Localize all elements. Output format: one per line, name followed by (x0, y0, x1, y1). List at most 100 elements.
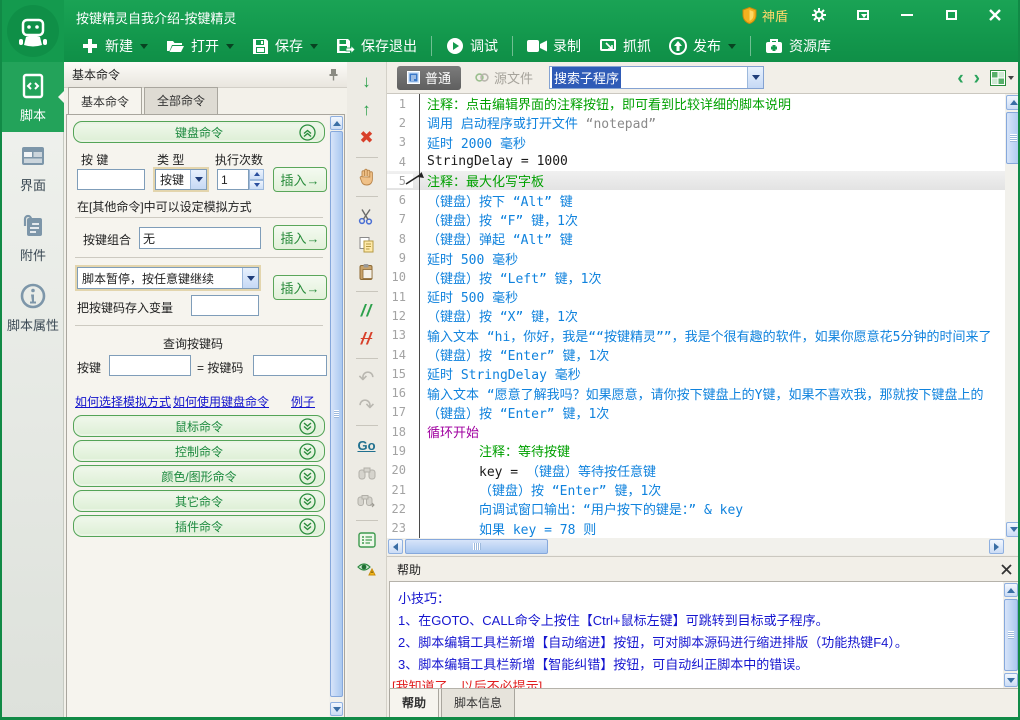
tray-panel-icon[interactable] (850, 5, 876, 25)
key-input[interactable] (77, 169, 145, 190)
toolbar-button-record[interactable]: 录制 (518, 30, 590, 62)
code-line-15[interactable]: 15延时 StringDelay 毫秒 (387, 364, 1005, 383)
scroll-up-icon[interactable] (1006, 95, 1020, 110)
combo-input[interactable] (139, 227, 261, 249)
panel-tab-1[interactable]: 全部命令 (144, 87, 218, 114)
layout-grid-icon[interactable] (990, 70, 1014, 86)
insert-key-button[interactable]: 插入→ (273, 167, 327, 192)
script-manager-icon[interactable] (354, 528, 380, 552)
code-line-1[interactable]: 1注释：点击编辑界面的注释按钮，即可看到比较详细的脚本说明 (387, 94, 1005, 113)
panel-scroll-thumb[interactable] (330, 131, 343, 697)
scroll-up-icon[interactable] (330, 116, 343, 130)
insert-combo-button[interactable]: 插入→ (273, 225, 327, 250)
dismiss-link[interactable]: [我知道了，以后不必提示] (390, 676, 1019, 689)
redo-icon[interactable]: ↷ (354, 394, 380, 418)
toolbar-button-save[interactable]: 保存 (243, 30, 327, 62)
help-link-2[interactable]: 例子 (291, 393, 315, 410)
scroll-up-icon[interactable] (1004, 583, 1018, 597)
mode-normal-button[interactable]: 普通 (397, 66, 461, 90)
undo-icon[interactable]: ↶ (354, 366, 380, 390)
code-line-17[interactable]: 17（键盘）按 “Enter” 键，1次 (387, 403, 1005, 422)
editor-vscroll-thumb[interactable] (1006, 112, 1020, 164)
pin-icon[interactable] (328, 68, 339, 81)
store-keycode-input[interactable] (191, 295, 259, 316)
copy-icon[interactable] (354, 232, 380, 256)
find-icon[interactable] (354, 461, 380, 485)
editor-vscrollbar[interactable] (1005, 94, 1020, 538)
code-line-10[interactable]: 10（键盘）按 “Left” 键，1次 (387, 268, 1005, 287)
section-3-header[interactable]: 其它命令 (73, 490, 325, 512)
scroll-down-icon[interactable] (1006, 522, 1020, 537)
hand-drag-icon[interactable] (354, 165, 380, 189)
code-line-7[interactable]: 7（键盘）按 “F” 键，1次 (387, 210, 1005, 229)
query-key-input[interactable] (109, 355, 191, 376)
insert-pause-button[interactable]: 插入→ (273, 275, 327, 300)
section-4-header[interactable]: 插件命令 (73, 515, 325, 537)
scroll-left-icon[interactable] (388, 539, 403, 554)
shield-badge[interactable]: 神盾 (742, 6, 788, 25)
help-tab-0[interactable]: 帮助 (389, 689, 439, 718)
query-code-input[interactable] (253, 355, 327, 376)
move-down-icon[interactable]: ↓ (354, 70, 380, 94)
code-line-9[interactable]: 9延时 500 毫秒 (387, 248, 1005, 267)
editor-hscroll-thumb[interactable] (405, 539, 548, 554)
toolbar-button-open[interactable]: 打开 (157, 30, 243, 62)
mode-source-button[interactable]: 源文件 (475, 68, 533, 87)
maximize-icon[interactable] (938, 5, 964, 25)
code-line-5[interactable]: 5注释：最大化写字板 (387, 171, 1005, 190)
scroll-down-icon[interactable] (330, 702, 343, 716)
keyboard-commands-header[interactable]: 键盘命令 (73, 121, 325, 143)
sidebar-item-script[interactable]: 脚本 (2, 62, 64, 132)
settings-icon[interactable] (806, 5, 832, 25)
scroll-right-icon[interactable] (989, 539, 1004, 554)
sidebar-item-interface[interactable]: 界面 (2, 132, 64, 202)
count-input[interactable] (217, 169, 249, 190)
code-line-21[interactable]: 21（键盘）按 “Enter” 键，1次 (387, 480, 1005, 499)
scroll-down-icon[interactable] (1004, 673, 1018, 687)
comment-icon[interactable]: // (354, 299, 380, 323)
count-spinner[interactable] (249, 169, 264, 190)
section-1-header[interactable]: 控制命令 (73, 440, 325, 462)
code-line-11[interactable]: 11延时 500 毫秒 (387, 287, 1005, 306)
toolbar-button-save-exit[interactable]: 保存退出 (327, 30, 426, 62)
help-close-icon[interactable] (1001, 564, 1012, 575)
code-editor[interactable]: 1注释：点击编辑界面的注释按钮，即可看到比较详细的脚本说明2调用 启动程序或打开… (387, 94, 1005, 538)
pause-action-select[interactable]: 脚本暂停，按任意键继续 (77, 267, 259, 289)
toolbar-button-debug[interactable]: 调试 (437, 30, 507, 62)
subroutine-search-combo[interactable]: 搜索子程序 (549, 66, 764, 89)
code-line-23[interactable]: 23如果 key = 78 则 (387, 519, 1005, 538)
editor-hscrollbar[interactable] (387, 538, 1005, 555)
code-line-16[interactable]: 16输入文本 “愿意了解我吗？如果愿意，请你按下键盘上的Y键，如果不喜欢我，那就… (387, 383, 1005, 402)
move-up-icon[interactable]: ↑ (354, 98, 380, 122)
goto-line-icon[interactable]: Go (354, 433, 380, 457)
nav-back-icon[interactable]: ‹ (957, 69, 963, 88)
nav-forward-icon[interactable]: › (974, 69, 980, 88)
toolbar-button-new[interactable]: 新建 (72, 30, 157, 62)
uncomment-icon[interactable]: // (354, 327, 380, 351)
code-line-20[interactable]: 20key = （键盘）等待按任意键 (387, 461, 1005, 480)
toolbar-button-publish[interactable]: 发布 (660, 30, 745, 62)
help-link-0[interactable]: 如何选择模拟方式 (75, 393, 171, 410)
toolbar-button-capture[interactable]: 抓抓 (590, 30, 660, 62)
find-next-icon[interactable] (354, 489, 380, 513)
code-line-22[interactable]: 22向调试窗口输出：“用户按下的键是：” & key (387, 499, 1005, 518)
code-line-14[interactable]: 14（键盘）按 “Enter” 键，1次 (387, 345, 1005, 364)
help-tab-1[interactable]: 脚本信息 (441, 689, 515, 718)
code-line-8[interactable]: 8（键盘）弹起 “Alt” 键 (387, 229, 1005, 248)
help-scroll-thumb[interactable] (1004, 599, 1018, 671)
code-line-6[interactable]: 6（键盘）按下 “Alt” 键 (387, 190, 1005, 209)
sidebar-item-attachment[interactable]: 附件 (2, 202, 64, 272)
code-line-12[interactable]: 12（键盘）按 “X” 键，1次 (387, 306, 1005, 325)
sidebar-item-script-properties[interactable]: 脚本属性 (2, 272, 64, 342)
cut-icon[interactable] (354, 204, 380, 228)
code-line-13[interactable]: 13输入文本 “hi，你好，我是““按键精灵””，我是个很有趣的软件，如果你愿意… (387, 326, 1005, 345)
close-icon[interactable] (982, 5, 1008, 25)
minimize-icon[interactable] (894, 5, 920, 25)
delete-line-icon[interactable]: ✖ (354, 126, 380, 150)
section-2-header[interactable]: 颜色/图形命令 (73, 465, 325, 487)
code-line-18[interactable]: 18循环开始 (387, 422, 1005, 441)
code-line-3[interactable]: 3延时 2000 毫秒 (387, 133, 1005, 152)
syntax-check-icon[interactable] (354, 556, 380, 580)
code-line-19[interactable]: 19注释：等待按键 (387, 441, 1005, 460)
code-line-4[interactable]: 4StringDelay = 1000 (387, 152, 1005, 171)
